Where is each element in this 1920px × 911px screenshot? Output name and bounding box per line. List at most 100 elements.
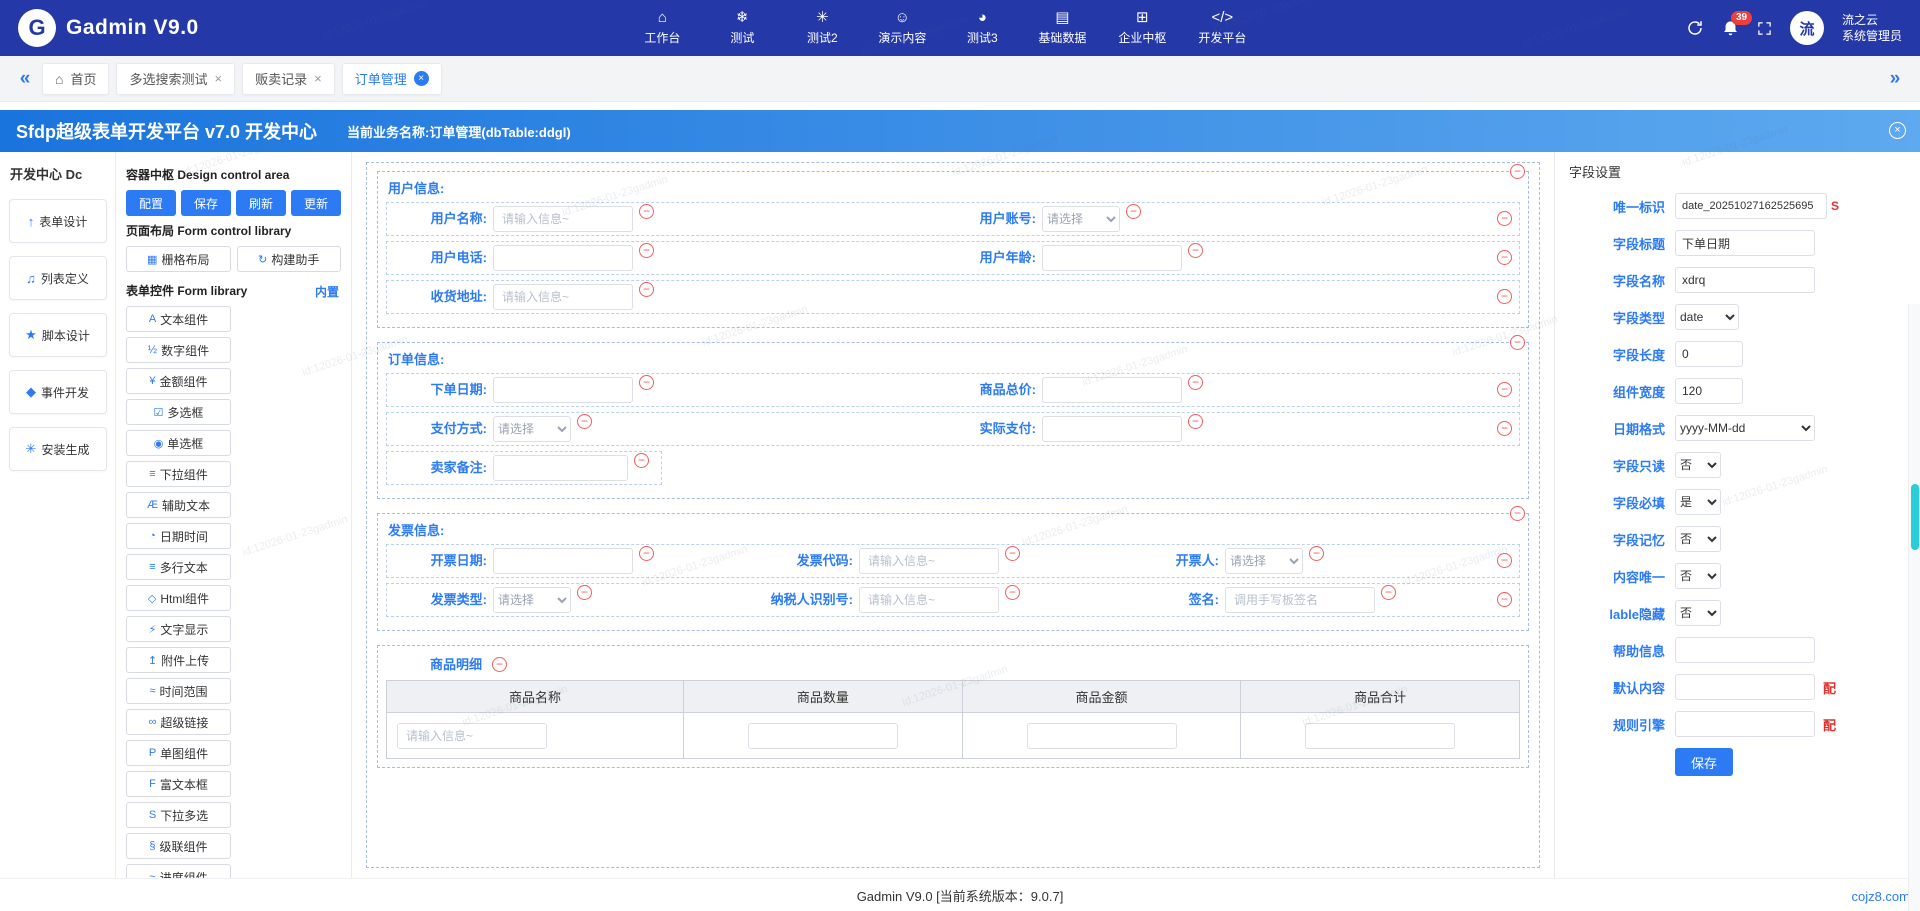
tab-multi-search-test[interactable]: 多选搜索测试 × [116,63,235,95]
total-price-input[interactable] [1042,377,1182,403]
remove-row-icon[interactable] [1497,421,1512,436]
form-component-button[interactable]: ≡ 下拉组件 [126,461,231,487]
dev-nav-item[interactable]: ★ 脚本设计 [9,313,107,357]
readonly-select[interactable]: 否 [1675,452,1721,478]
remove-field-icon[interactable] [1188,375,1203,390]
remove-field-icon[interactable] [1381,585,1396,600]
memory-select[interactable]: 否 [1675,526,1721,552]
form-component-button[interactable]: A 文本组件 [126,306,231,332]
form-component-button[interactable]: ☑ 多选框 [126,399,231,425]
remove-field-icon[interactable] [577,585,592,600]
form-component-button[interactable]: ≈ 时间范围 [126,678,231,704]
product-name-input[interactable] [397,723,547,749]
field-length-input[interactable] [1675,341,1743,367]
remove-field-icon[interactable] [634,453,649,468]
builtin-link[interactable]: 内置 [315,283,339,300]
fullscreen-icon[interactable] [1757,21,1772,36]
form-component-button[interactable]: ◉ 单选框 [126,430,231,456]
topbar-nav-item[interactable]: </> 开发平台 [1196,10,1248,46]
dev-nav-item[interactable]: ♫ 列表定义 [9,256,107,300]
remove-field-icon[interactable] [1188,414,1203,429]
topbar-nav-item[interactable]: ✳ 测试2 [796,10,848,46]
product-qty-input[interactable] [748,723,898,749]
design-control-button[interactable]: 保存 [181,190,231,216]
refresh-icon[interactable] [1686,19,1704,37]
invoice-date-input[interactable] [493,548,633,574]
close-icon[interactable]: × [1889,122,1906,139]
remove-field-icon[interactable] [639,546,654,561]
app-logo[interactable]: G [18,9,56,47]
topbar-nav-item[interactable]: ⌂ 工作台 [636,10,688,46]
remove-section-icon[interactable] [1510,506,1525,521]
help-info-input[interactable] [1675,637,1815,663]
field-name-input[interactable] [1675,267,1815,293]
form-component-button[interactable]: ∞ 超级链接 [126,709,231,735]
remove-row-icon[interactable] [1497,250,1512,265]
rule-engine-input[interactable] [1675,711,1815,737]
default-content-input[interactable] [1675,674,1815,700]
site-link[interactable]: cojz8.com [1851,889,1910,904]
pay-method-select[interactable]: 请选择 [493,416,571,442]
dev-nav-item[interactable]: ✳ 安装生成 [9,427,107,471]
layout-button[interactable]: ↻ 构建助手 [237,246,342,272]
topbar-nav-item[interactable]: ⊞ 企业中枢 [1116,10,1168,46]
remove-row-icon[interactable] [1497,553,1512,568]
field-title-input[interactable] [1675,230,1815,256]
taxpayer-id-input[interactable] [859,587,999,613]
tab-order-management[interactable]: 订单管理 × [342,63,442,95]
content-unique-select[interactable]: 否 [1675,563,1721,589]
unique-id-input[interactable] [1675,193,1827,219]
save-button[interactable]: 保存 [1675,748,1733,776]
dev-nav-item[interactable]: ↑ 表单设计 [9,199,107,243]
delivery-address-input[interactable] [493,284,633,310]
actual-pay-input[interactable] [1042,416,1182,442]
vertical-scrollbar[interactable] [1908,304,1920,911]
product-total-input[interactable] [1305,723,1455,749]
required-select[interactable]: 是 [1675,489,1721,515]
seller-remark-input[interactable] [493,455,628,481]
remove-section-icon[interactable] [492,657,507,672]
notification-bell-icon[interactable]: 39 [1722,20,1739,37]
tab-home[interactable]: ⌂ 首页 [42,63,109,95]
remove-field-icon[interactable] [577,414,592,429]
form-component-button[interactable]: F 富文本框 [126,771,231,797]
remove-row-icon[interactable] [1497,289,1512,304]
form-component-button[interactable]: ◔ 日期时间 [126,523,231,549]
tabs-scroll-left-icon[interactable]: « [8,68,42,90]
tab-close-icon[interactable]: × [215,71,223,86]
user-age-input[interactable] [1042,245,1182,271]
remove-field-icon[interactable] [1005,546,1020,561]
remove-row-icon[interactable] [1497,382,1512,397]
remove-field-icon[interactable] [639,375,654,390]
rule-engine-config-link[interactable]: 配 [1823,715,1836,734]
remove-section-icon[interactable] [1510,164,1525,179]
form-component-button[interactable]: S 下拉多选 [126,802,231,828]
tab-sales-records[interactable]: 贩卖记录 × [242,63,335,95]
signature-input[interactable] [1225,587,1375,613]
form-component-button[interactable]: P 单图组件 [126,740,231,766]
topbar-nav-item[interactable]: ▤ 基础数据 [1036,10,1088,46]
form-component-button[interactable]: ↥ 附件上传 [126,647,231,673]
remove-field-icon[interactable] [1126,204,1141,219]
remove-section-icon[interactable] [1510,335,1525,350]
tabs-scroll-right-icon[interactable]: » [1878,68,1912,90]
date-format-select[interactable]: yyyy-MM-dd [1675,415,1815,441]
topbar-nav-item[interactable]: ◕ 测试3 [956,10,1008,46]
remove-field-icon[interactable] [639,243,654,258]
form-component-button[interactable]: ¥ 金额组件 [126,368,231,394]
form-component-button[interactable]: ~ 进度组件 [126,864,231,878]
form-component-button[interactable]: ◇ Html组件 [126,585,231,611]
tab-close-icon[interactable]: × [314,71,322,86]
remove-row-icon[interactable] [1497,211,1512,226]
scrollbar-thumb[interactable] [1911,484,1919,550]
remove-field-icon[interactable] [1005,585,1020,600]
form-component-button[interactable]: ½ 数字组件 [126,337,231,363]
form-component-button[interactable]: ≡ 多行文本 [126,554,231,580]
comp-width-input[interactable] [1675,378,1743,404]
field-type-select[interactable]: date [1675,304,1739,330]
user-avatar[interactable]: 流 [1790,11,1824,45]
invoice-code-input[interactable] [859,548,999,574]
remove-field-icon[interactable] [639,282,654,297]
label-hidden-select[interactable]: 否 [1675,600,1721,626]
user-account-select[interactable]: 请选择 [1042,206,1120,232]
